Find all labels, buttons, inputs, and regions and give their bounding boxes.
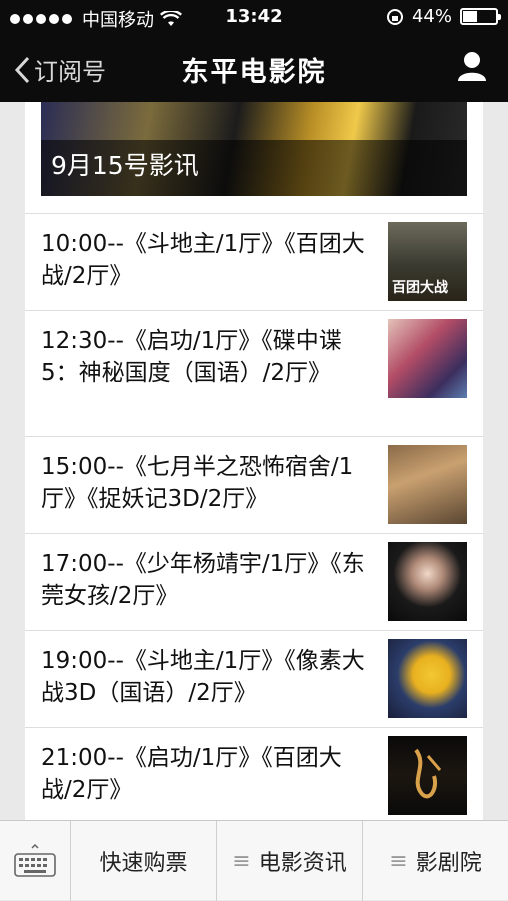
tab-quick-ticket[interactable]: 快速购票 <box>70 821 216 901</box>
poster-thumbnail[interactable] <box>388 639 467 718</box>
menu-lines-icon: ≡ <box>389 848 408 874</box>
article-content: 9月15号影讯 10:00--《斗地主/1厅》《百团大战/2厅》 百团大战 12… <box>25 102 483 820</box>
poster-thumbnail[interactable] <box>388 736 467 815</box>
list-item[interactable]: 12:30--《启功/1厅》《碟中谍5：神秘国度（国语）/2厅》 <box>25 310 483 436</box>
battery-percent: 44% <box>411 6 452 27</box>
list-item[interactable]: 21:00--《启功/1厅》《百团大战/2厅》 <box>25 727 483 820</box>
poster-caption: 百团大战 <box>392 280 448 296</box>
keyboard-toggle-button[interactable] <box>0 821 70 901</box>
menu-lines-icon: ≡ <box>232 848 251 874</box>
keyboard-icon <box>14 844 56 877</box>
tab-movie-news[interactable]: ≡ 电影资讯 <box>216 821 362 901</box>
poster-thumbnail[interactable] <box>388 319 467 398</box>
showing-text: 10:00--《斗地主/1厅》《百团大战/2厅》 <box>41 231 365 289</box>
poster-thumbnail[interactable] <box>388 542 467 621</box>
showing-text: 15:00--《七月半之恐怖宿舍/1厅》《捉妖记3D/2厅》 <box>41 454 354 512</box>
user-icon <box>458 52 486 81</box>
list-item[interactable]: 15:00--《七月半之恐怖宿舍/1厅》《捉妖记3D/2厅》 <box>25 436 483 533</box>
list-item[interactable]: 10:00--《斗地主/1厅》《百团大战/2厅》 百团大战 <box>25 213 483 310</box>
page-title: 东平电影院 <box>181 57 327 88</box>
list-item[interactable]: 17:00--《少年杨靖宇/1厅》《东莞女孩/2厅》 <box>25 533 483 630</box>
tab-label: 快速购票 <box>99 851 188 876</box>
tab-label: 影剧院 <box>415 851 482 876</box>
battery-icon <box>460 8 501 25</box>
profile-button[interactable] <box>456 50 488 86</box>
tab-label: 电影资讯 <box>258 851 347 876</box>
nav-bar: 订阅号 东平电影院 <box>0 34 508 102</box>
showing-text: 21:00--《启功/1厅》《百团大战/2厅》 <box>41 745 342 803</box>
status-bar: 中国移动 13:42 44% <box>0 0 508 34</box>
poster-thumbnail[interactable]: 百团大战 <box>388 222 467 301</box>
showing-text: 17:00--《少年杨靖宇/1厅》《东莞女孩/2厅》 <box>41 551 365 609</box>
poster-thumbnail[interactable] <box>388 445 467 524</box>
rotation-lock-icon <box>386 8 403 25</box>
showing-text: 12:30--《启功/1厅》《碟中谍5：神秘国度（国语）/2厅》 <box>41 328 342 386</box>
showing-text: 19:00--《斗地主/1厅》《像素大战3D（国语）/2厅》 <box>41 648 365 706</box>
tab-theater[interactable]: ≡ 影剧院 <box>362 821 508 901</box>
bottom-menu: 快速购票 ≡ 电影资讯 ≡ 影剧院 <box>0 820 508 901</box>
banner-caption: 9月15号影讯 <box>51 151 199 180</box>
calligraphy-graphic <box>414 748 442 799</box>
list-item[interactable]: 19:00--《斗地主/1厅》《像素大战3D（国语）/2厅》 <box>25 630 483 727</box>
banner-image[interactable]: 9月15号影讯 <box>41 102 467 196</box>
